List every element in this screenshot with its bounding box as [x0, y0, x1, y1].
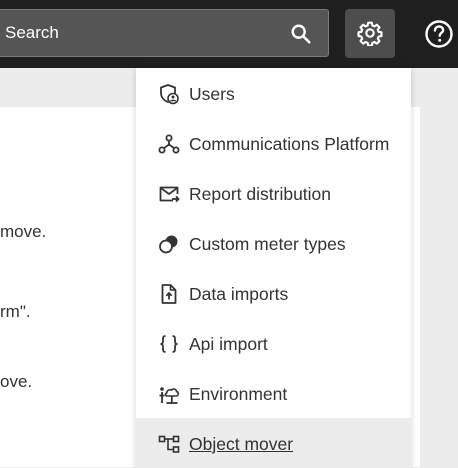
page-text-line: move.	[0, 222, 47, 241]
menu-item-api-import[interactable]: Api import	[136, 318, 411, 368]
menu-item-object-mover[interactable]: Object mover	[136, 418, 411, 468]
menu-item-custom-meter-types[interactable]: Custom meter types	[136, 218, 411, 268]
menu-item-label: Custom meter types	[189, 234, 346, 254]
file-upload-icon	[161, 284, 177, 304]
curly-braces-icon	[160, 335, 178, 353]
environment-icon	[159, 387, 179, 404]
menu-item-label: Report distribution	[189, 184, 332, 204]
menu-item-data-imports[interactable]: Data imports	[136, 268, 411, 318]
settings-button[interactable]	[345, 9, 395, 58]
menu-item-label: Communications Platform	[189, 134, 390, 154]
object-mover-icon	[158, 435, 180, 453]
gear-icon	[357, 21, 383, 46]
menu-item-environment[interactable]: Environment	[136, 368, 411, 418]
network-nodes-icon	[158, 134, 180, 154]
menu-item-label: Environment	[189, 384, 288, 404]
menu-item-users[interactable]: Users	[136, 68, 411, 118]
page-text-line: rm".	[0, 302, 31, 321]
search-icon[interactable]	[290, 23, 312, 45]
top-app-bar: Search	[0, 0, 458, 68]
menu-item-label: Data imports	[189, 284, 289, 304]
menu-item-label: Object mover	[189, 434, 294, 454]
page-text-line: ove.	[0, 372, 33, 391]
search-input[interactable]: Search	[0, 9, 329, 57]
menu-item-report-distribution[interactable]: Report distribution	[136, 168, 411, 218]
help-circle-icon[interactable]	[424, 19, 454, 49]
menu-item-label: Api import	[189, 334, 268, 354]
overlapping-circles-icon	[159, 235, 178, 254]
search-placeholder: Search	[5, 23, 59, 42]
mail-send-icon	[159, 186, 180, 203]
settings-menu: Users Communications Platform Report dis…	[136, 68, 411, 468]
menu-item-label: Users	[189, 84, 235, 104]
menu-item-communications-platform[interactable]: Communications Platform	[136, 118, 411, 168]
user-shield-icon	[160, 84, 179, 105]
